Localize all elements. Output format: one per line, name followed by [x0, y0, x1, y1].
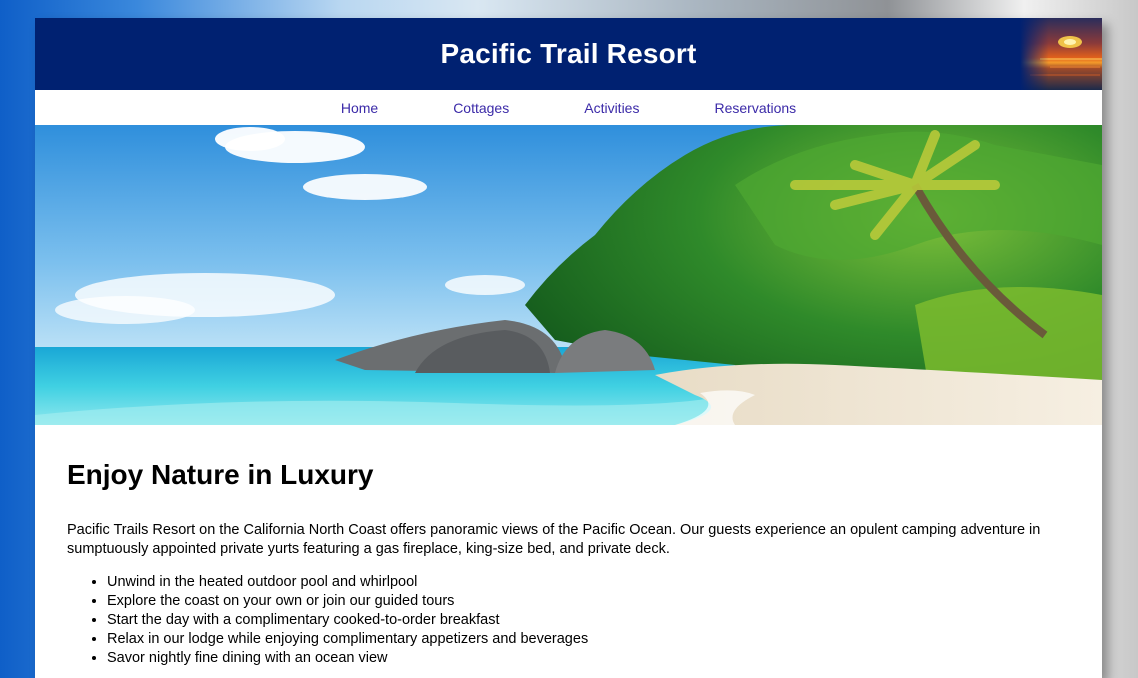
list-item: Explore the coast on your own or join ou…: [107, 592, 1070, 611]
list-item: Relax in our lodge while enjoying compli…: [107, 630, 1070, 649]
sunset-logo-image: [1020, 18, 1102, 90]
nav-link-activities[interactable]: Activities: [584, 100, 639, 116]
list-item: Unwind in the heated outdoor pool and wh…: [107, 573, 1070, 592]
site-title: Pacific Trail Resort: [440, 38, 697, 69]
site-header: Pacific Trail Resort: [35, 18, 1102, 90]
hero-beach-image: [35, 125, 1102, 425]
nav-link-cottages[interactable]: Cottages: [453, 100, 509, 116]
page-heading: Enjoy Nature in Luxury: [67, 459, 374, 490]
nav-link-reservations[interactable]: Reservations: [714, 100, 796, 116]
features-list: Unwind in the heated outdoor pool and wh…: [67, 573, 1070, 668]
main-nav: Home Cottages Activities Reservations: [35, 90, 1102, 125]
intro-paragraph: Pacific Trails Resort on the California …: [67, 522, 1041, 557]
main-content: Enjoy Nature in Luxury Pacific Trails Re…: [35, 459, 1102, 668]
nav-link-home[interactable]: Home: [341, 100, 378, 116]
list-item: Savor nightly fine dining with an ocean …: [107, 649, 1070, 668]
list-item: Start the day with a complimentary cooke…: [107, 611, 1070, 630]
page-wrapper: Pacific Trail Resort Home Cottages Activ…: [35, 18, 1102, 678]
